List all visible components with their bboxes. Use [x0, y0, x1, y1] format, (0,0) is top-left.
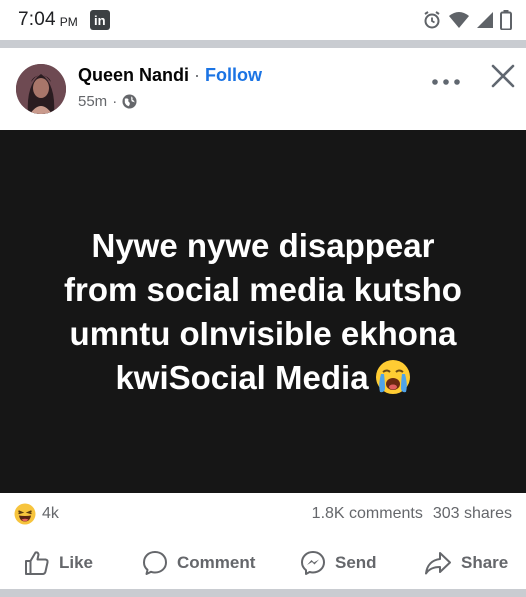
avatar-image: [16, 64, 66, 114]
loudly-crying-face-emoji: [375, 359, 410, 394]
linkedin-icon: in: [89, 10, 110, 30]
author-line: Queen Nandi · Follow: [78, 65, 262, 86]
battery-icon: [500, 10, 512, 30]
comments-count[interactable]: 1.8K comments: [312, 505, 423, 523]
status-bar: 7:04 PM in: [0, 0, 526, 40]
post-time[interactable]: 55m: [78, 93, 107, 110]
post-stats: 1.8K comments 303 shares: [312, 505, 512, 523]
close-icon: [491, 64, 515, 88]
post-content[interactable]: Nywe nywe disappear from social media ku…: [0, 130, 526, 493]
post-text-line-last: kwiSocial Media: [28, 356, 498, 400]
avatar[interactable]: [16, 64, 66, 114]
meta-separator: ·: [112, 93, 118, 110]
post-meta: 55m ·: [78, 93, 137, 110]
more-options-button[interactable]: [431, 70, 461, 94]
post-text-line: from social media kutsho: [64, 270, 462, 308]
top-divider: [0, 40, 526, 48]
globe-icon: [122, 94, 137, 109]
status-time: 7:04: [18, 9, 56, 30]
send-label: Send: [335, 553, 377, 572]
like-icon: [25, 551, 49, 575]
reaction-count[interactable]: 4k: [42, 505, 59, 523]
post-text-line: umntu oInvisible ekhona: [69, 314, 457, 352]
close-button[interactable]: [488, 61, 518, 91]
signal-icon: [477, 12, 493, 28]
author-separator: ·: [194, 65, 201, 85]
post-text-line: kwiSocial Media: [115, 358, 369, 396]
like-label: Like: [59, 553, 94, 572]
comment-label: Comment: [177, 553, 256, 572]
status-icons: [422, 10, 512, 30]
comment-button[interactable]: Comment: [142, 549, 255, 577]
wifi-icon: [449, 12, 469, 28]
alarm-icon: [424, 11, 440, 29]
laughing-face-emoji[interactable]: [14, 503, 36, 525]
share-label: Share: [461, 553, 509, 572]
shares-count[interactable]: 303 shares: [433, 505, 512, 523]
action-bar: Like Comment Send Share: [0, 537, 526, 589]
share-icon: [425, 552, 451, 575]
more-icon: [432, 79, 460, 85]
author-name[interactable]: Queen Nandi: [78, 65, 189, 86]
comment-icon: [143, 551, 167, 575]
post-text-line: Nywe nywe disappear: [91, 226, 435, 264]
follow-button[interactable]: Follow: [205, 65, 262, 86]
status-ampm: PM: [59, 15, 78, 29]
post-text: Nywe nywe disappear from social media ku…: [28, 224, 498, 400]
messenger-icon: [301, 551, 325, 575]
send-button[interactable]: Send: [300, 549, 377, 577]
like-button[interactable]: Like: [24, 549, 93, 577]
reactions-bar: 4k 1.8K comments 303 shares: [0, 493, 526, 537]
post-header: Queen Nandi · Follow 55m ·: [0, 48, 526, 130]
share-button[interactable]: Share: [424, 549, 508, 577]
bottom-divider: [0, 589, 526, 597]
